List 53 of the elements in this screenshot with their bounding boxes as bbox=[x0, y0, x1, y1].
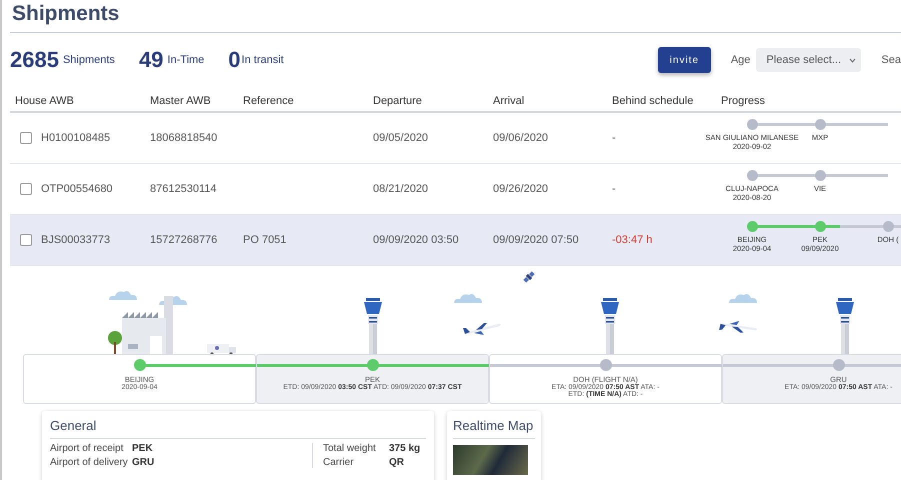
table-cell: H0100108485 bbox=[41, 132, 110, 144]
table-cell: BJS00033773 bbox=[41, 234, 110, 246]
field-value: 375 kg bbox=[389, 443, 420, 454]
cloud-icon bbox=[453, 293, 483, 303]
table-cell: - bbox=[612, 183, 616, 195]
table-cell-text: 09/06/2020 bbox=[492, 132, 550, 144]
table-cell-text: 18068818540 bbox=[149, 132, 218, 144]
column-header: Master AWB bbox=[149, 95, 212, 107]
column-header: Reference bbox=[242, 95, 295, 107]
page-title: Shipments bbox=[11, 1, 120, 27]
table-cell-text: 87612530114 bbox=[149, 183, 218, 195]
table-cell-text: 09/05/2020 bbox=[372, 132, 430, 144]
field-value: PEK bbox=[132, 443, 153, 454]
table-cell: PO 7051 bbox=[243, 234, 286, 246]
cloud-icon bbox=[108, 290, 138, 300]
field-label: Airport of receipt bbox=[50, 443, 124, 454]
age-label: Age bbox=[730, 54, 750, 66]
column-header: House AWB bbox=[14, 95, 75, 107]
stat-value: 49 bbox=[138, 47, 164, 73]
stat-value: 2685 bbox=[10, 47, 59, 73]
stat-value: 0 bbox=[228, 47, 241, 73]
row-checkbox[interactable] bbox=[20, 183, 32, 195]
caret-icon bbox=[849, 58, 856, 62]
stat-label: In-Time bbox=[167, 54, 204, 66]
field-label: Carrier bbox=[323, 457, 355, 468]
cloud-icon bbox=[728, 293, 758, 303]
table-cell-text: 08/21/2020 bbox=[372, 183, 430, 195]
column-header: Progress bbox=[720, 95, 766, 107]
row-checkbox[interactable] bbox=[20, 234, 32, 246]
table-cell-text: 09/09/2020 03:50 bbox=[372, 234, 460, 246]
card-title: Realtime Map bbox=[453, 418, 535, 439]
column-header: Arrival bbox=[492, 95, 526, 107]
column-header: Behind schedule bbox=[611, 95, 694, 107]
field-label: Total weight bbox=[323, 443, 377, 454]
stat-label: In transit bbox=[242, 54, 284, 66]
stat-label: Shipments bbox=[62, 54, 115, 66]
airplane-icon bbox=[462, 321, 502, 335]
field-value: GRU bbox=[132, 457, 154, 468]
row-checkbox[interactable] bbox=[20, 132, 32, 144]
table-cell: OTP00554680 bbox=[41, 183, 113, 195]
table-cell-text: 09/09/2020 07:50 bbox=[492, 234, 580, 246]
table-cell-text: 09/26/2020 bbox=[492, 183, 550, 195]
invite-button[interactable]: invite bbox=[658, 47, 711, 73]
table-cell: -03:47 h bbox=[612, 234, 652, 246]
age-select[interactable]: Please select... bbox=[756, 48, 862, 72]
column-header: Departure bbox=[372, 95, 423, 107]
field-value: QR bbox=[389, 457, 404, 468]
field-label: Airport of delivery bbox=[50, 457, 129, 468]
search-label: Sea bbox=[881, 54, 901, 66]
table-cell: - bbox=[612, 132, 616, 144]
card-title: General bbox=[50, 418, 426, 439]
table-cell-text: 15727268776 bbox=[149, 234, 218, 246]
satellite-icon bbox=[523, 271, 535, 283]
